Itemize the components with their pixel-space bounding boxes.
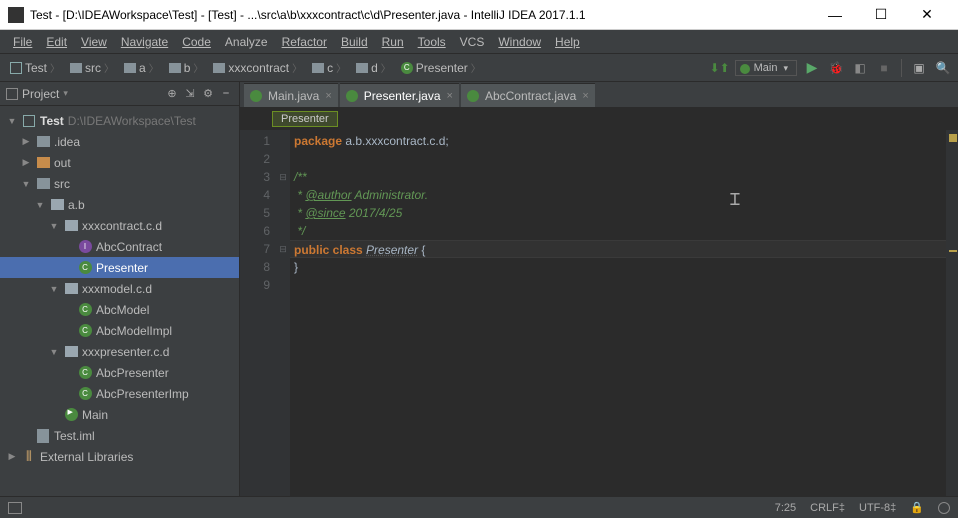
coverage-icon[interactable]: ◧: [851, 59, 869, 77]
window-title: Test - [D:\IDEAWorkspace\Test] - [Test] …: [30, 8, 812, 22]
line-separator[interactable]: CRLF‡: [810, 502, 845, 514]
menu-run[interactable]: Run: [375, 33, 411, 51]
status-bar: 7:25 CRLF‡ UTF-8‡ 🔒: [0, 496, 958, 518]
tree-item--idea[interactable]: ▶.idea: [0, 131, 239, 152]
hector-icon[interactable]: [938, 502, 950, 514]
menu-code[interactable]: Code: [175, 33, 218, 51]
tree-item-main[interactable]: Main: [0, 404, 239, 425]
tree-item-xxxmodel-c-d[interactable]: ▼xxxmodel.c.d: [0, 278, 239, 299]
crumb-a[interactable]: a〉: [120, 59, 163, 76]
stop-icon[interactable]: ■: [875, 59, 893, 77]
menu-view[interactable]: View: [74, 33, 114, 51]
title-bar: Test - [D:\IDEAWorkspace\Test] - [Test] …: [0, 0, 958, 30]
make-project-icon[interactable]: ⬇⬆: [711, 59, 729, 77]
tool-windows-toggle-icon[interactable]: [8, 502, 22, 514]
crumb-b[interactable]: b〉: [165, 59, 208, 76]
tree-root[interactable]: ▼ Test D:\IDEAWorkspace\Test: [0, 110, 239, 131]
editor-nav-breadcrumb[interactable]: Presenter: [240, 108, 958, 130]
settings-icon[interactable]: ⚙: [201, 87, 215, 101]
menu-file[interactable]: File: [6, 33, 39, 51]
fold-gutter[interactable]: ⊟⊟: [276, 130, 290, 496]
close-tab-icon[interactable]: ×: [447, 90, 453, 102]
run-config-select[interactable]: Main: [735, 60, 797, 76]
minimize-button[interactable]: —: [812, 0, 858, 30]
crumb-d[interactable]: d〉: [352, 59, 395, 76]
tree-item-a-b[interactable]: ▼a.b: [0, 194, 239, 215]
crumb-presenter[interactable]: CPresenter〉: [397, 59, 485, 76]
tree-item-abcmodel[interactable]: CAbcModel: [0, 299, 239, 320]
menu-refactor[interactable]: Refactor: [275, 33, 334, 51]
project-panel-title[interactable]: Project ▾: [6, 87, 161, 101]
error-stripe[interactable]: [946, 130, 958, 496]
tab-abccontract[interactable]: AbcContract.java×: [461, 83, 595, 107]
menu-window[interactable]: Window: [491, 33, 548, 51]
run-icon[interactable]: ▶: [803, 59, 821, 77]
crumb-test[interactable]: Test〉: [6, 59, 64, 76]
crumb-src[interactable]: src〉: [66, 59, 118, 76]
editor-tabs: Main.java× Presenter.java× AbcContract.j…: [240, 82, 958, 108]
tab-presenter[interactable]: Presenter.java×: [340, 83, 459, 107]
collapse-icon[interactable]: ⇲: [183, 87, 197, 101]
tree-item-test-iml[interactable]: Test.iml: [0, 425, 239, 446]
file-encoding[interactable]: UTF-8‡: [859, 502, 896, 514]
maximize-button[interactable]: ☐: [858, 0, 904, 30]
project-tool-window: Project ▾ ⊕ ⇲ ⚙ ⎯ ▼ Test D:\IDEAWorkspac…: [0, 82, 240, 496]
tree-item-xxxcontract-c-d[interactable]: ▼xxxcontract.c.d: [0, 215, 239, 236]
menu-edit[interactable]: Edit: [39, 33, 74, 51]
autoscroll-icon[interactable]: ⊕: [165, 87, 179, 101]
breadcrumb: Test〉 src〉 a〉 b〉 xxxcontract〉 c〉 d〉 CPre…: [6, 59, 711, 76]
tree-item-out[interactable]: ▶out: [0, 152, 239, 173]
tree-item-presenter[interactable]: CPresenter: [0, 257, 239, 278]
app-icon: [8, 7, 24, 23]
tree-item-abcpresenter[interactable]: CAbcPresenter: [0, 362, 239, 383]
project-structure-icon[interactable]: ▣: [910, 59, 928, 77]
tree-item-abcmodelimpl[interactable]: CAbcModelImpl: [0, 320, 239, 341]
read-only-toggle-icon[interactable]: 🔒: [910, 501, 924, 514]
menu-help[interactable]: Help: [548, 33, 587, 51]
debug-icon[interactable]: 🐞: [827, 59, 845, 77]
toolbar: Test〉 src〉 a〉 b〉 xxxcontract〉 c〉 d〉 CPre…: [0, 54, 958, 82]
crumb-c[interactable]: c〉: [308, 59, 350, 76]
menu-tools[interactable]: Tools: [411, 33, 453, 51]
editor-area: Main.java× Presenter.java× AbcContract.j…: [240, 82, 958, 496]
close-tab-icon[interactable]: ×: [582, 90, 588, 102]
crumb-xxxcontract[interactable]: xxxcontract〉: [209, 59, 306, 76]
close-button[interactable]: ✕: [904, 0, 950, 30]
tree-item-src[interactable]: ▼src: [0, 173, 239, 194]
tab-main[interactable]: Main.java×: [244, 83, 338, 107]
tree-external-libraries[interactable]: ▶⫴ External Libraries: [0, 446, 239, 467]
tree-item-abcpresenterimp[interactable]: CAbcPresenterImp: [0, 383, 239, 404]
caret-position[interactable]: 7:25: [775, 502, 796, 514]
tree-item-abccontract[interactable]: IAbcContract: [0, 236, 239, 257]
tree-item-xxxpresenter-c-d[interactable]: ▼xxxpresenter.c.d: [0, 341, 239, 362]
project-tree[interactable]: ▼ Test D:\IDEAWorkspace\Test ▶.idea▶out▼…: [0, 106, 239, 496]
warning-stripe-mark[interactable]: [949, 250, 957, 252]
hide-icon[interactable]: ⎯: [219, 87, 233, 101]
menu-navigate[interactable]: Navigate: [114, 33, 175, 51]
search-icon[interactable]: 🔍: [934, 59, 952, 77]
gutter[interactable]: 123 456 789: [240, 130, 276, 496]
menu-bar: File Edit View Navigate Code Analyze Ref…: [0, 30, 958, 54]
menu-analyze[interactable]: Analyze: [218, 33, 275, 51]
warning-mark-icon: [949, 134, 957, 142]
code-editor[interactable]: package a.b.xxxcontract.c.d; /** * @auth…: [290, 130, 946, 496]
close-tab-icon[interactable]: ×: [325, 90, 331, 102]
menu-vcs[interactable]: VCS: [453, 33, 492, 51]
menu-build[interactable]: Build: [334, 33, 375, 51]
